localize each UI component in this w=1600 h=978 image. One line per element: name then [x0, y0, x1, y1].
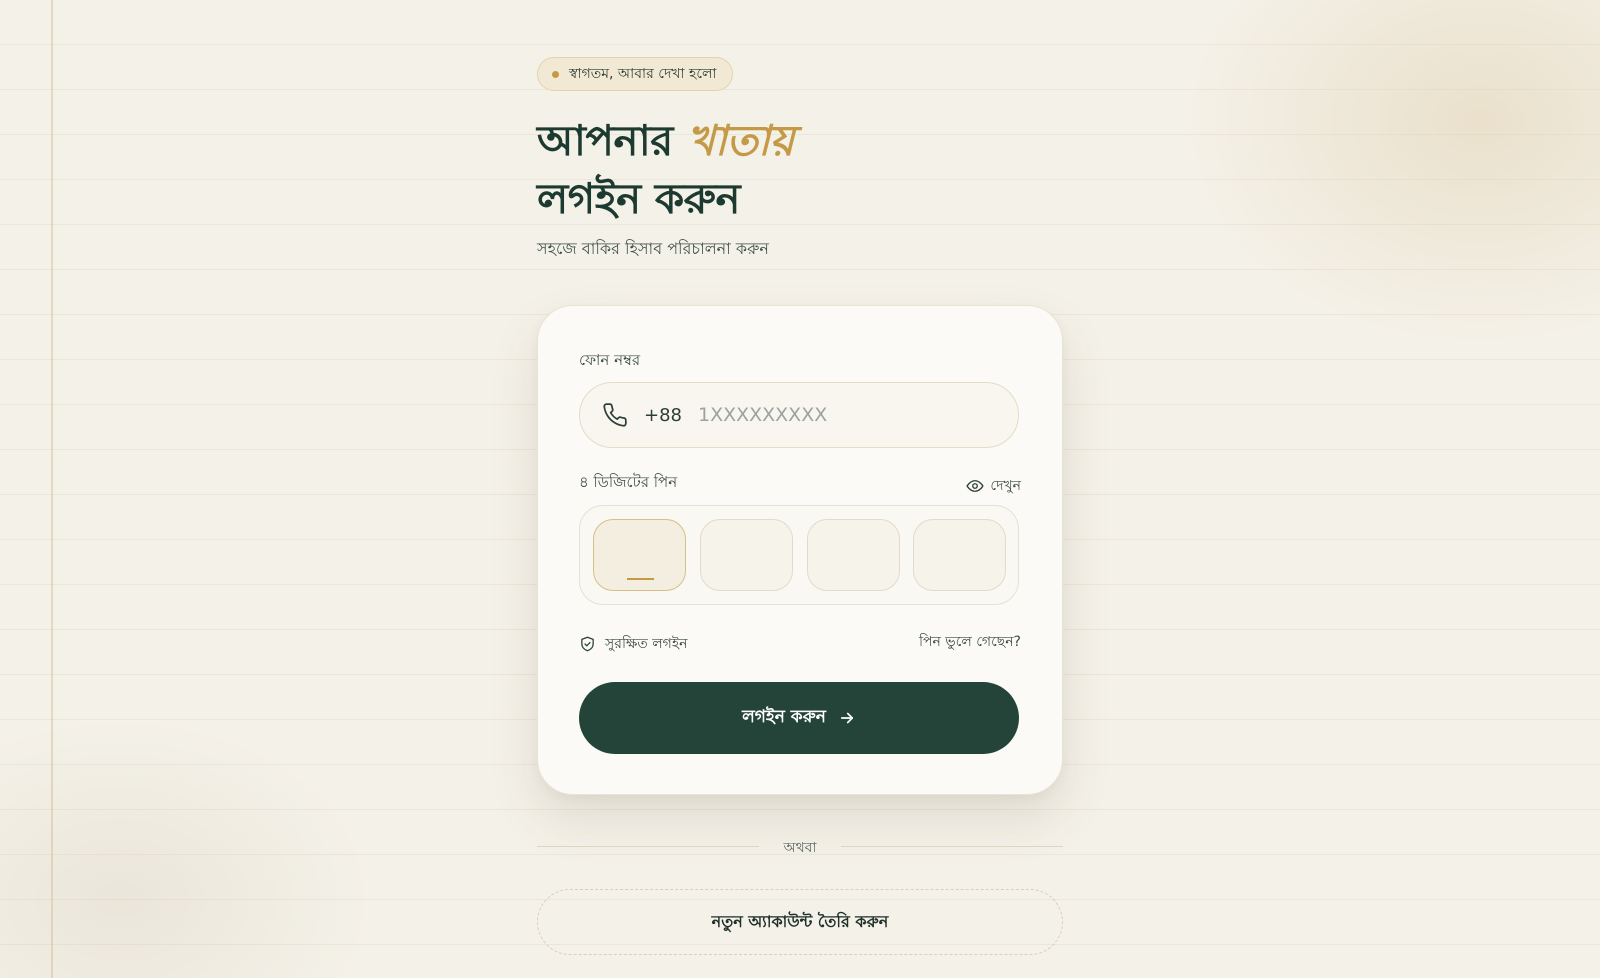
title-line-2: লগইন করুন	[537, 174, 741, 223]
show-pin-label: দেখুন	[990, 478, 1021, 494]
arrow-right-icon	[840, 712, 853, 724]
pin-digit-1[interactable]	[593, 519, 686, 591]
login-button-label: লগইন করুন	[742, 707, 826, 727]
secure-login-note: সুরক্ষিত লগইন	[579, 632, 688, 656]
pin-digit-3[interactable]	[807, 519, 900, 591]
secure-login-label: সুরক্ষিত লগইন	[605, 636, 688, 652]
show-pin-toggle[interactable]: দেখুন	[966, 474, 1021, 498]
phone-label: ফোন নম্বর	[579, 351, 641, 369]
notebook-margin-line	[51, 0, 53, 978]
pin-input-group	[579, 505, 1019, 605]
country-code: +88	[644, 404, 682, 426]
create-account-button[interactable]: নতুন অ্যাকাউন্ট তৈরি করুন	[537, 889, 1063, 955]
phone-input[interactable]	[698, 404, 998, 426]
title-prefix: আপনার	[537, 116, 673, 165]
divider-text: অথবা	[783, 840, 817, 856]
login-card: ফোন নম্বর +88 ৪ ডিজিটের পিন দেখুন	[537, 305, 1063, 795]
phone-icon	[603, 403, 627, 427]
eye-icon	[966, 480, 984, 492]
login-button[interactable]: লগইন করুন	[579, 682, 1019, 754]
pin-caret	[627, 578, 654, 580]
welcome-badge-text: স্বাগতম, আবার দেখা হলো	[569, 66, 717, 82]
pin-label: ৪ ডিজিটের পিন	[579, 473, 678, 491]
divider-line-right	[841, 846, 1063, 847]
forgot-pin-link[interactable]: পিন ভুলে গেছেন?	[919, 630, 1021, 654]
or-divider: অথবা	[537, 836, 1063, 856]
badge-dot-icon	[552, 70, 559, 78]
welcome-badge: স্বাগতম, আবার দেখা হলো	[537, 57, 734, 91]
pin-digit-2[interactable]	[700, 519, 793, 591]
page-title: আপনার খাতায় লগইন করুন	[537, 112, 794, 228]
pin-digit-4[interactable]	[913, 519, 1006, 591]
shield-check-icon	[581, 636, 594, 652]
page-subtitle: সহজে বাকির হিসাব পরিচালনা করুন	[537, 239, 769, 258]
phone-field[interactable]: +88	[579, 382, 1019, 448]
title-accent: খাতায়	[686, 116, 794, 165]
